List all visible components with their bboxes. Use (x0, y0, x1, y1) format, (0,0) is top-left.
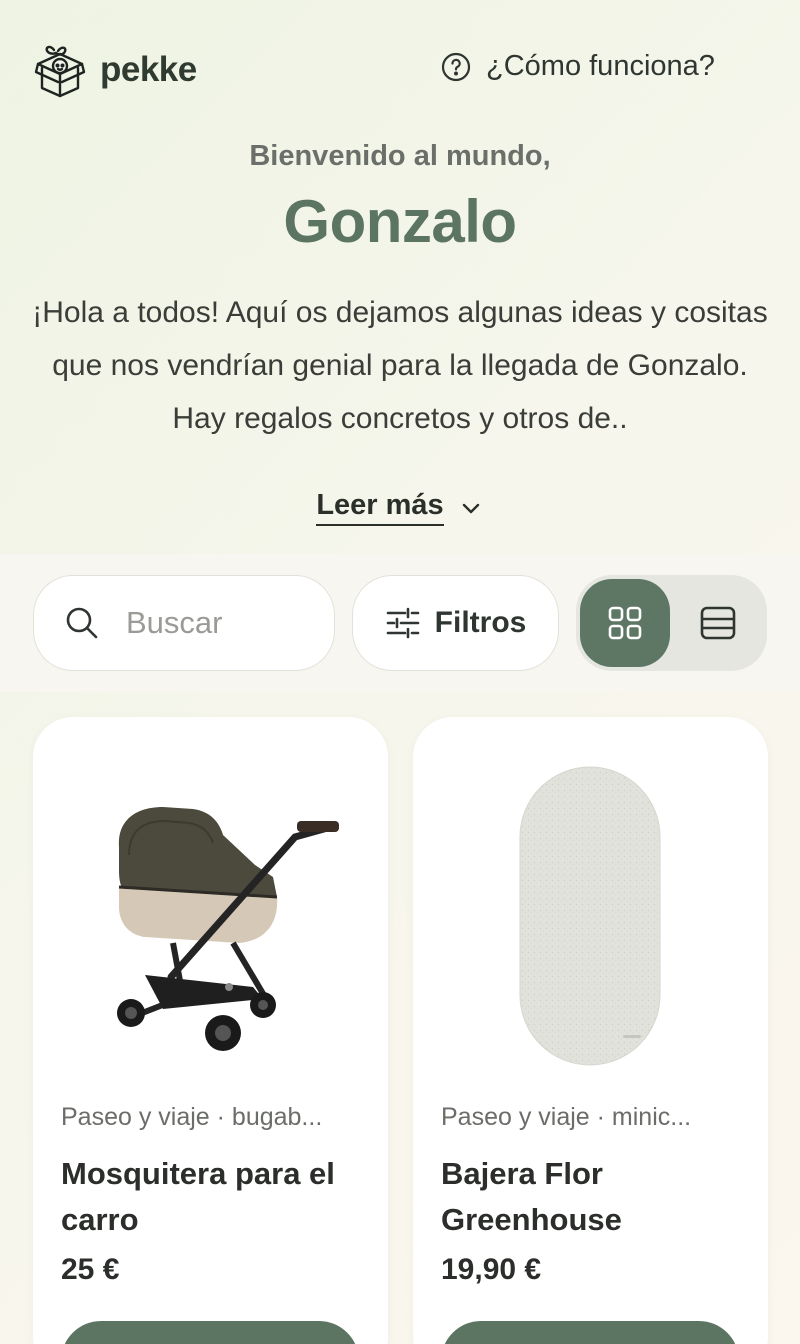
search-input[interactable] (126, 605, 316, 641)
brand-logo[interactable]: pekke (34, 42, 197, 98)
search-icon (66, 607, 98, 639)
product-image (413, 747, 768, 1077)
welcome-greeting: Bienvenido al mundo, (249, 140, 551, 172)
product-card[interactable]: Paseo y viaje · minic... Bajera Flor Gre… (413, 717, 768, 1344)
view-toggle (576, 575, 767, 671)
fitted-sheet-image (519, 766, 661, 1066)
chevron-down-icon (462, 503, 479, 513)
search-box[interactable] (33, 575, 335, 671)
welcome-section: Bienvenido al mundo, Gonzalo ¡Hola a tod… (0, 130, 800, 526)
add-gift-button[interactable] (61, 1321, 359, 1344)
question-circle-icon (441, 52, 471, 81)
grid-view-button[interactable] (580, 579, 670, 667)
how-it-works-label: ¿Cómo funciona? (486, 50, 715, 82)
product-image (33, 747, 388, 1077)
filters-button[interactable]: Filtros (352, 575, 559, 671)
list-view-button[interactable] (673, 579, 763, 667)
product-title: Mosquitera para el carro (61, 1156, 335, 1237)
product-title: Bajera Flor Greenhouse (441, 1156, 622, 1237)
stroller-image (117, 807, 339, 1051)
add-gift-button[interactable] (441, 1321, 739, 1344)
sliders-icon (386, 607, 419, 639)
baby-name: Gonzalo (283, 188, 517, 255)
product-price: 25 € (61, 1253, 120, 1286)
product-card[interactable]: Paseo y viaje · bugab... Mosquitera para… (33, 717, 388, 1344)
grid-icon (608, 606, 642, 640)
read-more-label: Leer más (316, 489, 444, 526)
read-more-button[interactable]: Leer más (316, 489, 483, 526)
product-price: 19,90 € (441, 1253, 542, 1286)
intro-text: ¡Hola a todos! Aquí os dejamos algunas i… (32, 296, 768, 435)
top-bar: pekke ¿Cómo funciona? (0, 0, 800, 130)
product-category: Paseo y viaje · minic... (441, 1103, 692, 1131)
filters-label: Filtros (434, 606, 527, 639)
gift-box-baby-icon (34, 45, 86, 98)
how-it-works-link[interactable]: ¿Cómo funciona? (440, 50, 715, 83)
brand-name: pekke (100, 50, 197, 89)
list-icon (700, 606, 736, 640)
product-category: Paseo y viaje · bugab... (61, 1103, 323, 1131)
filter-toolbar: Filtros (0, 554, 800, 692)
